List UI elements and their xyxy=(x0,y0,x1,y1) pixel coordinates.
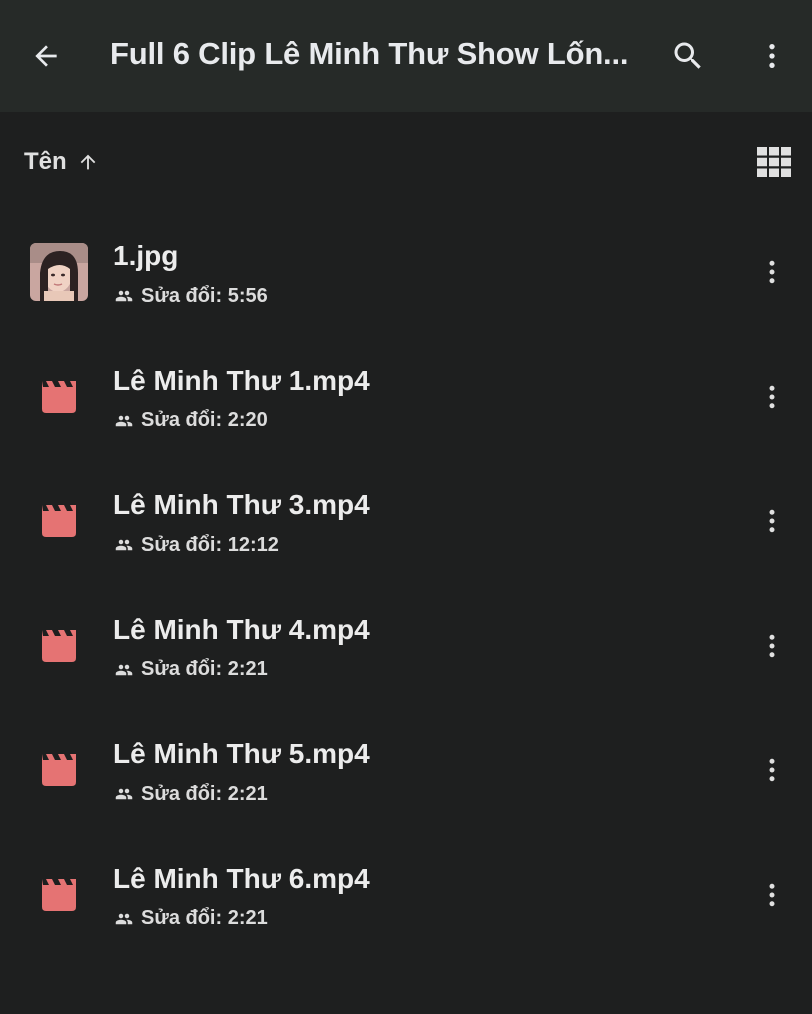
more-vert-icon xyxy=(769,385,775,408)
video-file-icon xyxy=(42,505,76,538)
people-icon xyxy=(115,664,133,676)
more-vert-icon xyxy=(769,883,775,907)
people-icon xyxy=(115,913,133,925)
file-more-button[interactable] xyxy=(752,622,792,670)
more-vert-icon xyxy=(769,759,775,782)
more-vert-icon xyxy=(769,634,775,658)
folder-title: Full 6 Clip Lê Minh Thư Show Lốn... xyxy=(110,36,629,71)
file-name: Lê Minh Thư 5.mp4 xyxy=(113,738,370,770)
file-row[interactable]: Lê Minh Thư 3.mp4 Sửa đổi: 12:12 xyxy=(0,461,812,586)
video-file-icon xyxy=(42,629,76,662)
image-thumbnail xyxy=(30,243,88,301)
file-name: Lê Minh Thư 1.mp4 xyxy=(113,364,370,396)
modified-time: Sửa đổi: 2:21 xyxy=(141,658,268,681)
people-icon xyxy=(115,290,133,302)
file-name: 1.jpg xyxy=(113,240,179,271)
file-more-button[interactable] xyxy=(752,871,792,919)
modified-time: Sửa đổi: 2:21 xyxy=(141,907,268,930)
file-meta: Sửa đổi: 5:56 xyxy=(113,284,268,308)
video-file-icon xyxy=(42,380,76,413)
file-more-button[interactable] xyxy=(752,373,792,421)
file-name: Lê Minh Thư 4.mp4 xyxy=(113,613,370,645)
file-row[interactable]: Lê Minh Thư 5.mp4 Sửa đổi: 2:21 xyxy=(0,710,812,835)
file-more-button[interactable] xyxy=(752,746,792,794)
file-more-button[interactable] xyxy=(752,497,792,545)
file-meta: Sửa đổi: 12:12 xyxy=(113,533,279,557)
sort-bar: Tên xyxy=(0,112,812,212)
modified-time: Sửa đổi: 2:21 xyxy=(141,782,268,805)
modified-time: Sửa đổi: 12:12 xyxy=(141,533,279,556)
search-button[interactable] xyxy=(664,32,712,80)
file-meta: Sửa đổi: 2:20 xyxy=(113,409,268,433)
people-icon xyxy=(115,539,133,551)
file-meta: Sửa đổi: 2:21 xyxy=(113,782,268,806)
file-name: Lê Minh Thư 6.mp4 xyxy=(113,862,370,894)
file-meta: Sửa đổi: 2:21 xyxy=(113,658,268,682)
grid-view-toggle[interactable] xyxy=(752,140,796,184)
file-more-button[interactable] xyxy=(752,248,792,296)
search-icon xyxy=(674,42,701,69)
arrow-back-icon xyxy=(35,45,57,67)
arrow-up-icon xyxy=(80,154,96,170)
app-bar: Full 6 Clip Lê Minh Thư Show Lốn... xyxy=(0,0,812,112)
file-meta: Sửa đổi: 2:21 xyxy=(113,907,268,931)
sort-label: Tên xyxy=(24,148,67,175)
file-row[interactable]: Lê Minh Thư 4.mp4 Sửa đổi: 2:21 xyxy=(0,586,812,711)
grid-view-icon xyxy=(757,147,791,177)
file-row[interactable]: 1.jpg Sửa đổi: 5:56 xyxy=(0,212,812,337)
file-list: 1.jpg Sửa đổi: 5:56 Lê Minh Thư 1.mp4 Sử… xyxy=(0,212,812,960)
more-options-button[interactable] xyxy=(752,32,792,80)
people-icon xyxy=(115,789,133,800)
file-row[interactable]: Lê Minh Thư 1.mp4 Sửa đổi: 2:20 xyxy=(0,337,812,462)
sort-by-name-button[interactable]: Tên xyxy=(24,144,99,180)
back-button[interactable] xyxy=(22,34,70,78)
modified-time: Sửa đổi: 5:56 xyxy=(141,284,268,307)
file-row[interactable]: Lê Minh Thư 6.mp4 Sửa đổi: 2:21 xyxy=(0,835,812,960)
modified-time: Sửa đổi: 2:20 xyxy=(141,409,268,432)
more-vert-icon xyxy=(769,44,775,68)
video-file-icon xyxy=(42,754,76,787)
video-file-icon xyxy=(42,878,76,911)
people-icon xyxy=(115,415,133,426)
file-name: Lê Minh Thư 3.mp4 xyxy=(113,489,370,521)
more-vert-icon xyxy=(769,509,775,533)
more-vert-icon xyxy=(769,260,775,284)
